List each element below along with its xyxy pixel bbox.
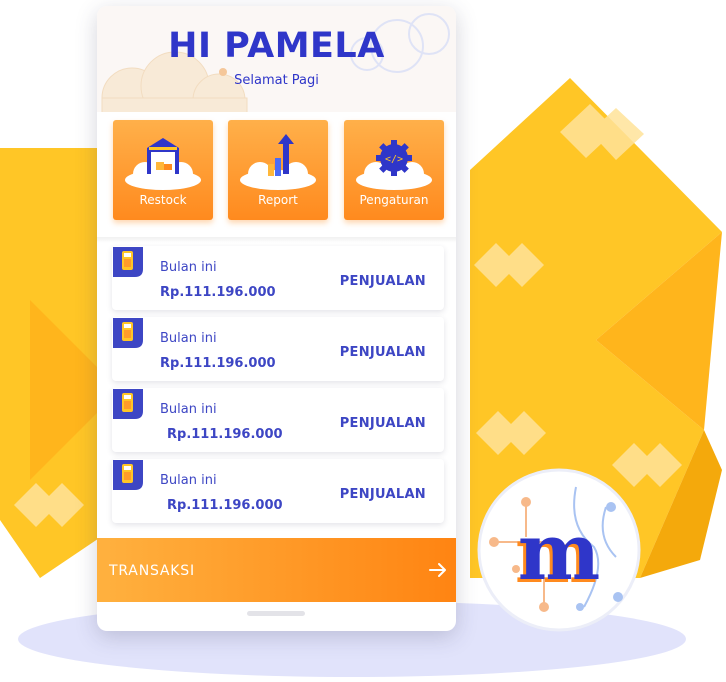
- card-period-label: Bulan ini: [160, 402, 217, 417]
- gear-icon: </>: [356, 140, 432, 190]
- menu-label-report: Report: [258, 193, 298, 207]
- brand-logo: m m: [477, 468, 641, 632]
- warehouse-icon: [125, 138, 201, 190]
- chart-up-icon: [240, 134, 316, 190]
- card-period-label: Bulan ini: [160, 260, 217, 275]
- card-amount: Rp.111.196.000: [160, 285, 276, 300]
- greeting-subtitle: Selamat Pagi: [234, 73, 319, 88]
- transaksi-label: TRANSAKSI: [109, 563, 195, 579]
- card-amount: Rp.111.196.000: [167, 427, 283, 442]
- pos-terminal-icon: [113, 318, 143, 348]
- section-divider: [97, 237, 456, 243]
- card-amount: Rp.111.196.000: [160, 356, 276, 371]
- card-type-label: PENJUALAN: [339, 416, 426, 431]
- card-period-label: Bulan ini: [160, 473, 217, 488]
- card-period-label: Bulan ini: [160, 331, 217, 346]
- logo-letter: m: [518, 507, 601, 598]
- sales-card[interactable]: Bulan ini Rp.111.196.000 PENJUALAN: [112, 388, 444, 452]
- card-type-label: PENJUALAN: [339, 345, 426, 360]
- menu-label-restock: Restock: [139, 193, 187, 207]
- greeting-title: HI PAMELA: [168, 26, 385, 66]
- card-amount: Rp.111.196.000: [167, 498, 283, 513]
- phone-screen: HI PAMELA Selamat Pagi Restock Report </…: [97, 6, 456, 631]
- home-indicator: [247, 611, 305, 616]
- pos-terminal-icon: [113, 460, 143, 490]
- quick-menu: Restock Report </> Pengaturan: [97, 112, 456, 242]
- card-type-label: PENJUALAN: [339, 274, 426, 289]
- sales-card[interactable]: Bulan ini Rp.111.196.000 PENJUALAN: [112, 459, 444, 523]
- menu-tile-pengaturan[interactable]: </> Pengaturan: [344, 120, 444, 220]
- card-type-label: PENJUALAN: [339, 487, 426, 502]
- menu-tile-report[interactable]: Report: [228, 120, 328, 220]
- transaksi-button[interactable]: TRANSAKSI: [97, 538, 456, 602]
- arrow-right-icon: [429, 563, 446, 577]
- sales-card[interactable]: Bulan ini Rp.111.196.000 PENJUALAN: [112, 246, 444, 310]
- pos-terminal-icon: [113, 389, 143, 419]
- header: HI PAMELA Selamat Pagi: [97, 6, 456, 112]
- menu-label-pengaturan: Pengaturan: [359, 193, 429, 207]
- sales-card[interactable]: Bulan ini Rp.111.196.000 PENJUALAN: [112, 317, 444, 381]
- pos-terminal-icon: [113, 247, 143, 277]
- svg-text:</>: </>: [385, 154, 403, 165]
- menu-tile-restock[interactable]: Restock: [113, 120, 213, 220]
